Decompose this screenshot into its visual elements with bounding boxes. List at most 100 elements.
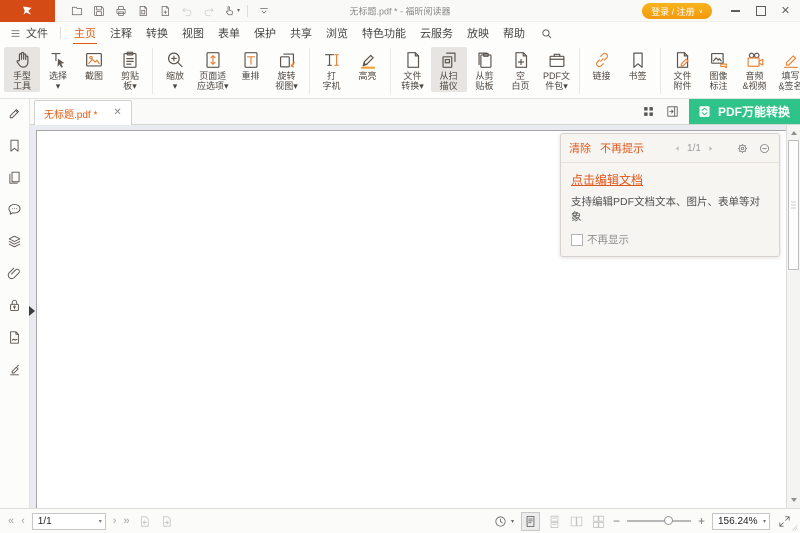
single-page-view-button[interactable] xyxy=(521,512,540,531)
resize-grip[interactable] xyxy=(788,521,799,532)
menu-item-9[interactable]: 特色功能 xyxy=(361,22,407,44)
rotate-view-button[interactable]: 旋转视图▾ xyxy=(269,47,305,92)
zoom-out-button[interactable]: − xyxy=(613,515,620,527)
quick-edit-button[interactable] xyxy=(6,105,23,122)
close-button[interactable]: ✕ xyxy=(773,0,798,22)
customize-toolbar-button[interactable] xyxy=(254,0,274,22)
zoom-slider[interactable] xyxy=(627,520,691,522)
menu-item-7[interactable]: 共享 xyxy=(289,22,313,44)
bookmarks-panel-button[interactable] xyxy=(6,137,23,154)
minimize-button[interactable] xyxy=(723,0,748,22)
zoom-level-input[interactable]: 156.24% ▾ xyxy=(712,513,770,530)
reflow-button[interactable]: 重排 xyxy=(233,47,269,82)
page-number-input[interactable]: 1/1 ▾ xyxy=(32,513,106,530)
next-notification-icon[interactable] xyxy=(706,144,715,153)
checkbox[interactable] xyxy=(571,234,583,246)
scrollbar-thumb[interactable] xyxy=(788,140,799,270)
edit-document-link[interactable]: 点击编辑文档 xyxy=(571,171,643,188)
document-tab[interactable]: 无标题.pdf * ✕ xyxy=(34,100,132,125)
menu-item-11[interactable]: 放映 xyxy=(466,22,490,44)
menu-item-8[interactable]: 浏览 xyxy=(325,22,349,44)
layers-panel-button[interactable] xyxy=(6,233,23,250)
pointer-mode-button[interactable]: ▾ xyxy=(221,0,241,22)
sidebar-expand-handle[interactable] xyxy=(29,306,35,316)
previous-view-button[interactable] xyxy=(137,514,152,529)
from-clipboard-button[interactable]: 从剪贴板 xyxy=(467,47,503,92)
vertical-scrollbar[interactable] xyxy=(786,125,800,508)
first-page-button[interactable]: « xyxy=(8,516,14,527)
chevron-down-icon[interactable]: ▾ xyxy=(99,518,102,525)
highlight-button[interactable]: 高亮 xyxy=(350,47,386,82)
zoom-tool-button[interactable]: 缩放▾ xyxy=(157,47,193,92)
open-button[interactable] xyxy=(67,0,87,22)
last-page-button[interactable]: » xyxy=(123,516,129,527)
audio-video-button[interactable]: 音频&视频 xyxy=(737,47,773,92)
hand-tool-button[interactable]: 手型工具 xyxy=(4,47,40,92)
image-annot-icon xyxy=(708,49,730,71)
print-button[interactable] xyxy=(111,0,131,22)
next-view-button[interactable] xyxy=(159,514,174,529)
dont-show-checkbox-row[interactable]: 不再显示 xyxy=(571,232,769,247)
clipboard-button[interactable]: 剪贴板▾ xyxy=(112,47,148,92)
security-panel-button[interactable] xyxy=(6,297,23,314)
pages-panel-button[interactable] xyxy=(6,169,23,186)
image-annotation-button[interactable]: 图像标注 xyxy=(701,47,737,92)
bookmark-button[interactable]: 书签 xyxy=(620,47,656,82)
minimize-panel-icon[interactable] xyxy=(758,142,771,155)
redo-button[interactable] xyxy=(199,0,219,22)
signature-panel-button[interactable] xyxy=(6,329,23,346)
tab-close-icon[interactable]: ✕ xyxy=(113,108,121,118)
pdf-convert-button[interactable]: PDF万能转换 xyxy=(689,99,800,124)
dont-remind-button[interactable]: 不再提示 xyxy=(600,140,644,156)
menu-item-10[interactable]: 云服务 xyxy=(419,22,454,44)
snapshot-button[interactable]: 截图 xyxy=(76,47,112,82)
file-menu-button[interactable]: 文件 xyxy=(10,25,48,41)
menu-item-5[interactable]: 表单 xyxy=(217,22,241,44)
maximize-button[interactable] xyxy=(748,0,773,22)
export-document-button[interactable] xyxy=(133,0,153,22)
login-register-button[interactable]: 登录 / 注册 ∨ xyxy=(642,3,712,19)
facing-view-button[interactable] xyxy=(569,514,584,529)
page-fit-options-button[interactable]: 页面适应选项▾ xyxy=(193,47,233,92)
prev-notification-icon[interactable] xyxy=(673,144,682,153)
link-button[interactable]: 链接 xyxy=(584,47,620,82)
undo-button[interactable] xyxy=(177,0,197,22)
menu-item-12[interactable]: 帮助 xyxy=(502,22,526,44)
from-scanner-button[interactable]: 从扫描仪 xyxy=(431,47,467,92)
menu-item-6[interactable]: 保护 xyxy=(253,22,277,44)
scroll-down-button[interactable] xyxy=(787,493,800,506)
continuous-view-button[interactable] xyxy=(547,514,562,529)
switch-window-button[interactable] xyxy=(665,104,680,119)
gear-icon[interactable] xyxy=(736,142,749,155)
chevron-down-icon[interactable]: ▾ xyxy=(511,518,514,525)
new-document-button[interactable] xyxy=(155,0,175,22)
hand-icon xyxy=(11,49,33,71)
file-attachment-button[interactable]: 文件附件 xyxy=(665,47,701,92)
tab-thumbnails-button[interactable] xyxy=(641,104,656,119)
esign-panel-button[interactable] xyxy=(6,361,23,378)
prev-page-button[interactable]: ‹ xyxy=(21,516,25,527)
search-icon[interactable] xyxy=(540,27,553,40)
menu-item-2[interactable]: 注释 xyxy=(109,22,133,44)
pdf-portfolio-button[interactable]: PDF文件包▾ xyxy=(539,47,575,92)
typewriter-button[interactable]: 打字机 xyxy=(314,47,350,92)
select-tool-button[interactable]: 选择▾ xyxy=(40,47,76,92)
file-convert-button[interactable]: 文件转换▾ xyxy=(395,47,431,92)
zoom-slider-thumb[interactable] xyxy=(664,516,673,525)
facing-continuous-view-button[interactable] xyxy=(591,514,606,529)
scroll-up-button[interactable] xyxy=(787,126,800,139)
divider xyxy=(579,48,580,94)
zoom-in-button[interactable]: + xyxy=(698,515,705,527)
comments-panel-button[interactable] xyxy=(6,201,23,218)
menu-item-4[interactable]: 视图 xyxy=(181,22,205,44)
collapse-ribbon-button[interactable] xyxy=(777,85,786,94)
next-page-button[interactable]: › xyxy=(113,516,117,527)
attachments-panel-button[interactable] xyxy=(6,265,23,282)
read-mode-button[interactable] xyxy=(493,514,508,529)
blank-page-button[interactable]: 空白页 xyxy=(503,47,539,92)
chevron-down-icon[interactable]: ▾ xyxy=(763,518,766,525)
save-button[interactable] xyxy=(89,0,109,22)
menu-item-1[interactable]: 主页 xyxy=(73,22,97,44)
menu-item-3[interactable]: 转换 xyxy=(145,22,169,44)
clear-button[interactable]: 清除 xyxy=(569,140,591,156)
